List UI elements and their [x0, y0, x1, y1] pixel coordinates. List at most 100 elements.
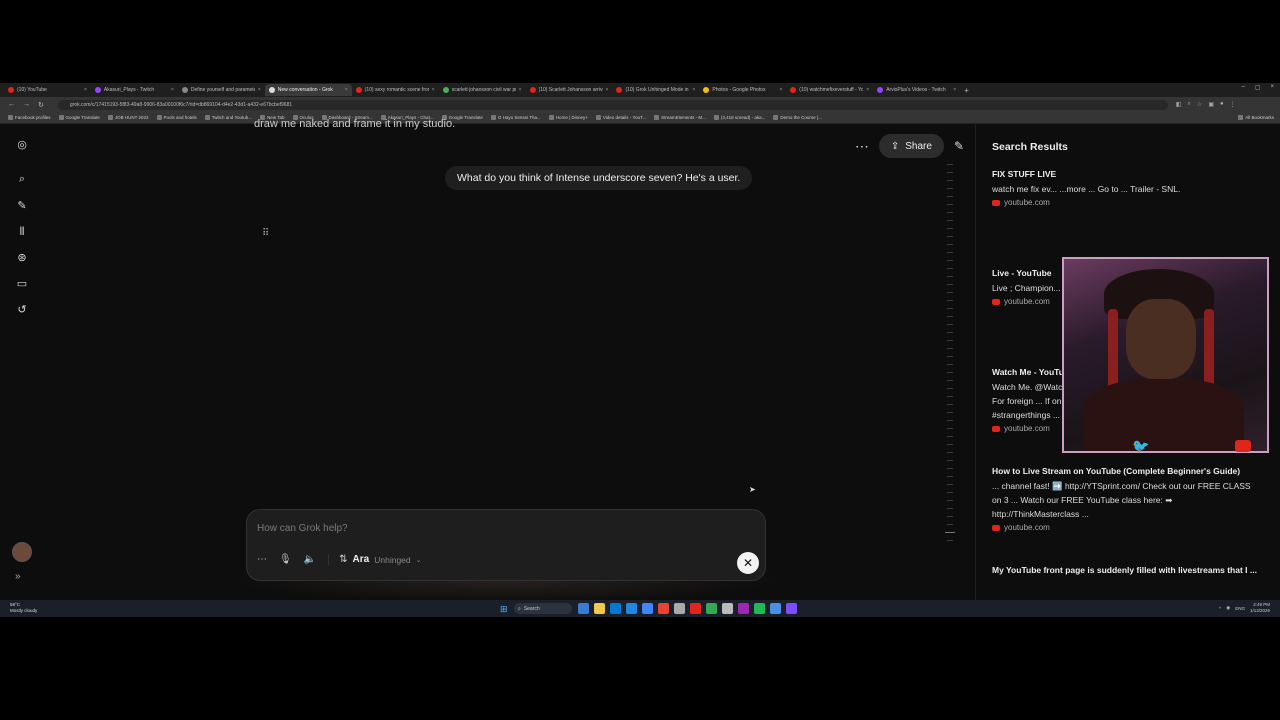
tab-close-icon[interactable]: ×: [692, 87, 695, 93]
star-icon[interactable]: ☆: [1197, 101, 1202, 108]
attach-options-icon[interactable]: ⋯: [257, 554, 267, 565]
tab-close-icon[interactable]: ×: [519, 87, 522, 93]
taskbar-app-icon[interactable]: [642, 603, 653, 614]
tab-close-icon[interactable]: ×: [866, 87, 869, 93]
tray-chevron-icon[interactable]: ^: [1219, 606, 1221, 611]
result-source[interactable]: youtube.com: [992, 523, 1262, 532]
browser-tab[interactable]: (10) sexy romantic scene from...×: [352, 84, 439, 96]
taskbar-app-icon[interactable]: [594, 603, 605, 614]
tab-close-icon[interactable]: ×: [606, 87, 609, 93]
projects-icon[interactable]: ▭: [15, 277, 29, 291]
result-title[interactable]: How to Live Stream on YouTube (Complete …: [992, 465, 1262, 477]
browser-tab[interactable]: Akasuri_Plays - Twitch ×: [91, 84, 178, 96]
menu-icon[interactable]: ⋮: [1230, 101, 1236, 108]
browser-tab[interactable]: New conversation - Grok ×: [264, 84, 352, 96]
puzzle-icon[interactable]: ▣: [1208, 101, 1214, 108]
speaker-icon[interactable]: 🔈: [304, 554, 316, 565]
taskbar-app-icon[interactable]: [706, 603, 717, 614]
taskbar-search[interactable]: ⌕ Search: [514, 603, 572, 614]
bookmark-item[interactable]: JOB HUNT 2023: [107, 115, 149, 120]
search-result[interactable]: FIX STUFF LIVE watch me fix ev... ...more…: [992, 168, 1262, 207]
maximize-icon[interactable]: ▢: [1255, 84, 1261, 91]
conversation-scroll-ticks[interactable]: [945, 164, 955, 544]
tab-title: (10) Grok Unhinged Mode in 1...: [625, 87, 689, 93]
extension-icon[interactable]: ◧: [1176, 101, 1182, 108]
history-icon[interactable]: ↺: [15, 303, 29, 317]
voice-icon[interactable]: ⦀: [15, 225, 29, 239]
result-title[interactable]: FIX STUFF LIVE: [992, 168, 1262, 180]
search-icon[interactable]: ⌕: [15, 172, 29, 186]
bookmark-item[interactable]: Demo the Course (...: [773, 115, 822, 120]
tray-lang[interactable]: ENG: [1235, 606, 1245, 611]
taskbar-app-icon[interactable]: [770, 603, 781, 614]
mic-icon[interactable]: 🎙: [279, 554, 292, 565]
bookmark-item[interactable]: Google Translate: [58, 115, 100, 120]
new-chat-button[interactable]: ✎: [954, 139, 964, 153]
browser-tab[interactable]: Photos - Google Photos ×: [699, 84, 786, 96]
zoom-icon[interactable]: ⌕: [1188, 101, 1191, 108]
browser-tab[interactable]: scarlett johansson civil war pr... ×: [439, 84, 526, 96]
result-source[interactable]: youtube.com: [992, 198, 1262, 207]
minimize-icon[interactable]: –: [1241, 84, 1244, 91]
taskbar-app-icon[interactable]: [722, 603, 733, 614]
tab-close-icon[interactable]: ×: [345, 87, 348, 93]
tab-title: (10) sexy romantic scene from...: [364, 87, 429, 93]
expand-sidebar-icon[interactable]: »: [15, 571, 21, 582]
stop-button[interactable]: ✕: [737, 552, 759, 574]
bookmark-item[interactable]: StreamElements - M...: [654, 115, 706, 120]
start-button[interactable]: ⊞: [500, 604, 508, 615]
share-button[interactable]: ⇪ Share: [878, 134, 944, 158]
profile-icon[interactable]: ●: [1220, 101, 1224, 108]
search-result[interactable]: My YouTube front page is suddenly filled…: [992, 564, 1262, 576]
model-selector[interactable]: ⇅ Ara Unhinged ⌄: [328, 554, 422, 565]
all-bookmarks[interactable]: All Bookmarks: [1238, 115, 1274, 120]
tab-close-icon[interactable]: ×: [432, 87, 435, 93]
bookmark-item[interactable]: O Hayo Sensei Tha...: [490, 115, 541, 120]
taskbar-app-icon[interactable]: [578, 603, 589, 614]
network-icon[interactable]: ◉: [1226, 605, 1230, 611]
clock[interactable]: 2:49 PM 1/13/2026: [1250, 602, 1270, 614]
bookmark-item[interactable]: Home | Disney+: [548, 115, 588, 120]
tab-close-icon[interactable]: ×: [953, 87, 956, 93]
browser-tab[interactable]: Define yourself and parameter...×: [178, 84, 265, 96]
close-window-icon[interactable]: ×: [1270, 84, 1274, 91]
taskbar-app-icon[interactable]: [754, 603, 765, 614]
bookmark-item[interactable]: Pools and hotels: [156, 115, 197, 120]
browser-tab[interactable]: (10) watchmefixeverstuff - YouTube×: [786, 84, 873, 96]
grok-logo-icon[interactable]: ◎: [15, 138, 29, 152]
taskbar-app-icon[interactable]: [674, 603, 685, 614]
forward-icon[interactable]: →: [23, 101, 30, 108]
bookmark-item[interactable]: Twitch and Youtub...: [204, 115, 252, 120]
taskbar-app-icon[interactable]: [626, 603, 637, 614]
taskbar-app-icon[interactable]: [658, 603, 669, 614]
reload-icon[interactable]: ↻: [38, 101, 44, 109]
taskbar-app-icon[interactable]: [610, 603, 621, 614]
tab-close-icon[interactable]: ×: [258, 87, 261, 93]
taskbar-app-icon[interactable]: [690, 603, 701, 614]
more-options-button[interactable]: ⋯: [855, 138, 869, 155]
prompt-input[interactable]: [257, 520, 737, 536]
new-chat-icon[interactable]: ✎: [15, 199, 29, 213]
result-title[interactable]: My YouTube front page is suddenly filled…: [992, 564, 1262, 576]
tab-favicon-icon: [790, 87, 797, 93]
url-bar[interactable]: grok.com/c/17415193-5f83-49a8-9906-83a00…: [57, 99, 1168, 110]
tab-close-icon[interactable]: ×: [84, 87, 87, 93]
browser-tab[interactable]: ArvisPlus's Videos - Twitch ×: [873, 84, 960, 96]
search-result[interactable]: How to Live Stream on YouTube (Complete …: [992, 465, 1262, 532]
weather-widget[interactable]: 58°C Mostly cloudy: [10, 602, 37, 614]
bookmark-item[interactable]: (3,418 unread) - aka...: [713, 115, 765, 120]
bookmark-label: Google Translate: [65, 115, 100, 120]
taskbar-app-icon[interactable]: [786, 603, 797, 614]
new-tab-button[interactable]: +: [960, 86, 969, 95]
bookmark-item[interactable]: Facebook profiles: [8, 115, 51, 120]
back-icon[interactable]: ←: [8, 101, 15, 108]
bookmark-item[interactable]: Video details - YouT...: [595, 115, 646, 120]
imagine-icon[interactable]: ⊛: [15, 251, 29, 265]
taskbar-app-icon[interactable]: [738, 603, 749, 614]
tab-close-icon[interactable]: ×: [779, 87, 782, 93]
browser-tab[interactable]: (10) Grok Unhinged Mode in 1...×: [612, 84, 699, 96]
avatar[interactable]: [12, 542, 32, 562]
browser-tab[interactable]: (10) Scarlett Johansson arrive... ×: [526, 84, 613, 96]
tab-close-icon[interactable]: ×: [171, 87, 174, 93]
browser-tab[interactable]: (10) YouTube ×: [4, 84, 91, 96]
